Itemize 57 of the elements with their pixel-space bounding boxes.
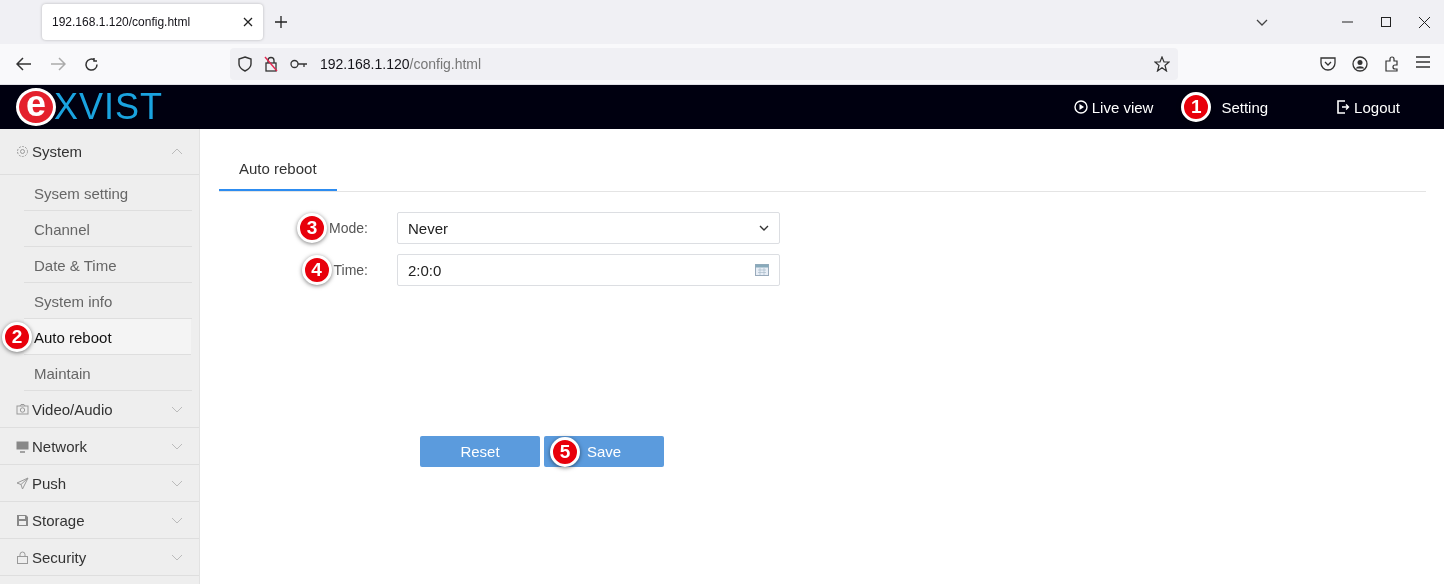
browser-tab[interactable]: 192.168.1.120/config.html [42,4,263,40]
close-icon[interactable] [243,17,253,27]
sidebar-group[interactable]: Security [0,539,199,576]
sidebar-item[interactable]: Maintain [24,355,192,391]
calendar-icon [755,264,769,276]
sidebar-group[interactable]: Video/Audio [0,391,199,428]
play-icon [1073,100,1088,114]
chevron-down-icon [171,516,183,524]
chevron-down-icon [171,405,183,413]
maximize-icon[interactable] [1381,17,1391,27]
monitor-icon [16,439,29,453]
chevron-down-icon [171,442,183,450]
field-label: Mode: [329,220,368,236]
sidebar-item[interactable]: Date & Time [24,247,192,283]
sidebar-group[interactable]: Storage [0,502,199,539]
gear-icon [16,145,29,158]
field-label: Time: [333,262,368,278]
callout-badge: 1 [1181,92,1212,122]
chevron-down-icon[interactable] [1256,18,1268,26]
sidebar-group[interactable]: Network [0,428,199,465]
plus-icon[interactable] [275,16,287,28]
lock-icon[interactable] [264,56,278,72]
sidebar-group[interactable]: System [0,129,199,175]
star-icon[interactable] [1154,56,1170,72]
back-icon[interactable] [16,56,32,71]
address-bar[interactable]: 192.168.1.120/config.html [230,48,1178,80]
sidebar-item[interactable]: Auto reboot [24,319,191,355]
tab[interactable]: Auto reboot [219,147,337,191]
camera-icon [16,402,29,416]
logo-text: XVIST [54,89,164,125]
sidebar-item[interactable]: Sysem setting [24,175,192,211]
paper-plane-icon [16,476,29,490]
menu-icon[interactable] [1416,56,1430,68]
puzzle-icon[interactable] [1384,56,1400,72]
url-text[interactable]: 192.168.1.120/config.html [320,56,482,72]
logout-icon [1336,100,1351,114]
account-icon[interactable] [1352,56,1368,72]
sidebar-item[interactable]: Channel [24,211,192,247]
sidebar-group[interactable]: Push [0,465,199,502]
lock-icon [16,550,29,564]
callout-badge: 2 [2,322,32,352]
chevron-up-icon [171,148,183,155]
nav-link[interactable]: Live view [1073,92,1154,122]
nav-link[interactable]: Logout [1336,92,1400,122]
chevron-down-icon [171,479,183,487]
reload-icon[interactable] [84,56,99,72]
close-icon[interactable] [1419,16,1430,28]
time-field[interactable]: 2:0:0 [397,254,780,286]
chevron-down-icon [759,225,769,231]
tab-title: 192.168.1.120/config.html [52,15,191,29]
pocket-icon[interactable] [1320,56,1336,71]
key-icon[interactable] [290,59,308,69]
chevron-down-icon [171,553,183,561]
select-field[interactable]: Never [397,212,780,244]
logo-mark: e [16,88,56,126]
nav-link[interactable]: Setting [1221,92,1269,122]
shield-icon[interactable] [238,56,252,72]
